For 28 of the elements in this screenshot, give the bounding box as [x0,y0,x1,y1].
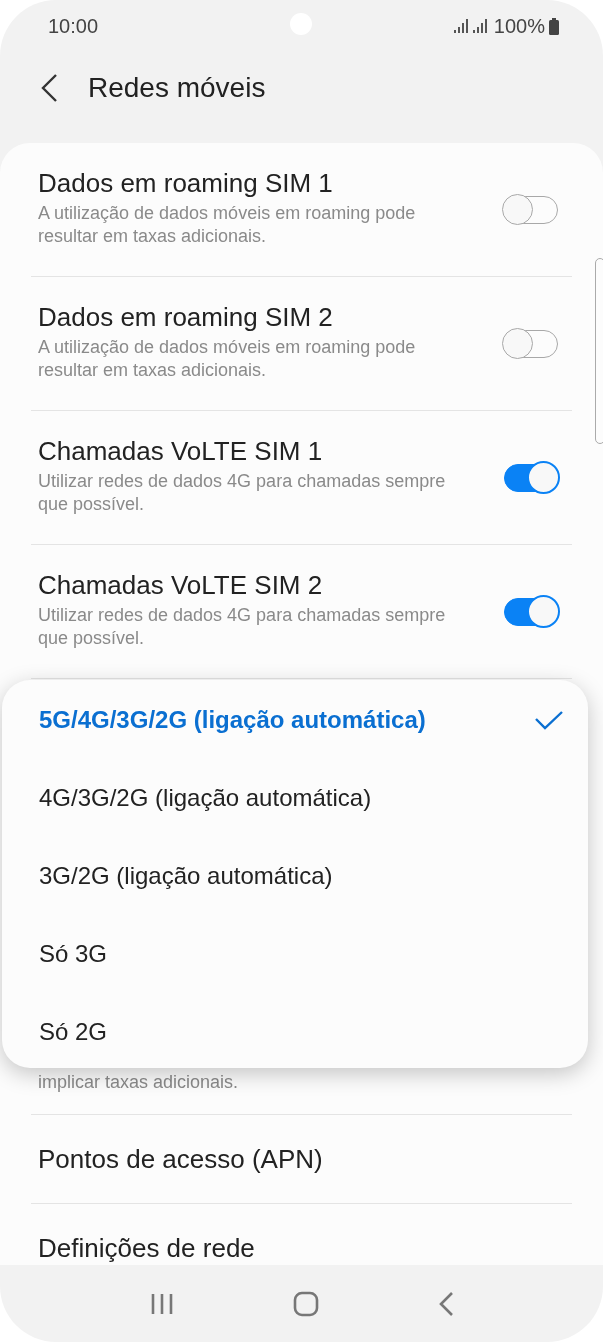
setting-description: Utilizar redes de dados 4G para chamadas sempre que possível. [38,469,447,516]
toggle-switch[interactable] [504,463,558,492]
setting-description: A utilização de dados móveis em roaming pode resultar em taxas adicionais. [38,201,417,248]
setting-title: Chamadas VoLTE SIM 1 [38,435,324,467]
setting-description: A utilização de dados móveis em roaming pode resultar em taxas adicionais. [38,335,417,382]
menu-option[interactable]: Só 3G [2,915,588,993]
battery-level: 100% [493,14,545,38]
home-icon[interactable] [292,1290,319,1317]
back-icon[interactable] [40,73,58,103]
signal-icon [453,19,469,33]
menu-option[interactable]: 4G/3G/2G (ligação automática) [2,759,588,837]
menu-option[interactable]: 3G/2G (ligação automática) [2,837,588,915]
setting-title: Chamadas VoLTE SIM 2 [38,569,324,601]
status-time: 10:00 [48,14,99,38]
setting-description: implicar taxas adicionais. [38,1071,239,1094]
settings-link[interactable]: Pontos de acesso (APN) [38,1143,323,1175]
menu-option[interactable]: Só 2G [2,993,588,1071]
battery-icon [549,17,559,35]
check-icon [534,710,564,730]
settings-link[interactable]: Definições de rede [38,1232,255,1264]
setting-title: Dados em roaming SIM 2 [38,301,334,333]
page-title: Redes móveis [88,72,266,104]
signal-icon [472,19,488,33]
setting-description: Utilizar redes de dados 4G para chamadas sempre que possível. [38,603,447,650]
toggle-switch[interactable] [504,597,558,626]
menu-option[interactable]: 5G/4G/3G/2G (ligação automática) [2,681,588,759]
setting-title: Dados em roaming SIM 1 [38,167,334,199]
recent-apps-icon[interactable] [149,1292,174,1315]
